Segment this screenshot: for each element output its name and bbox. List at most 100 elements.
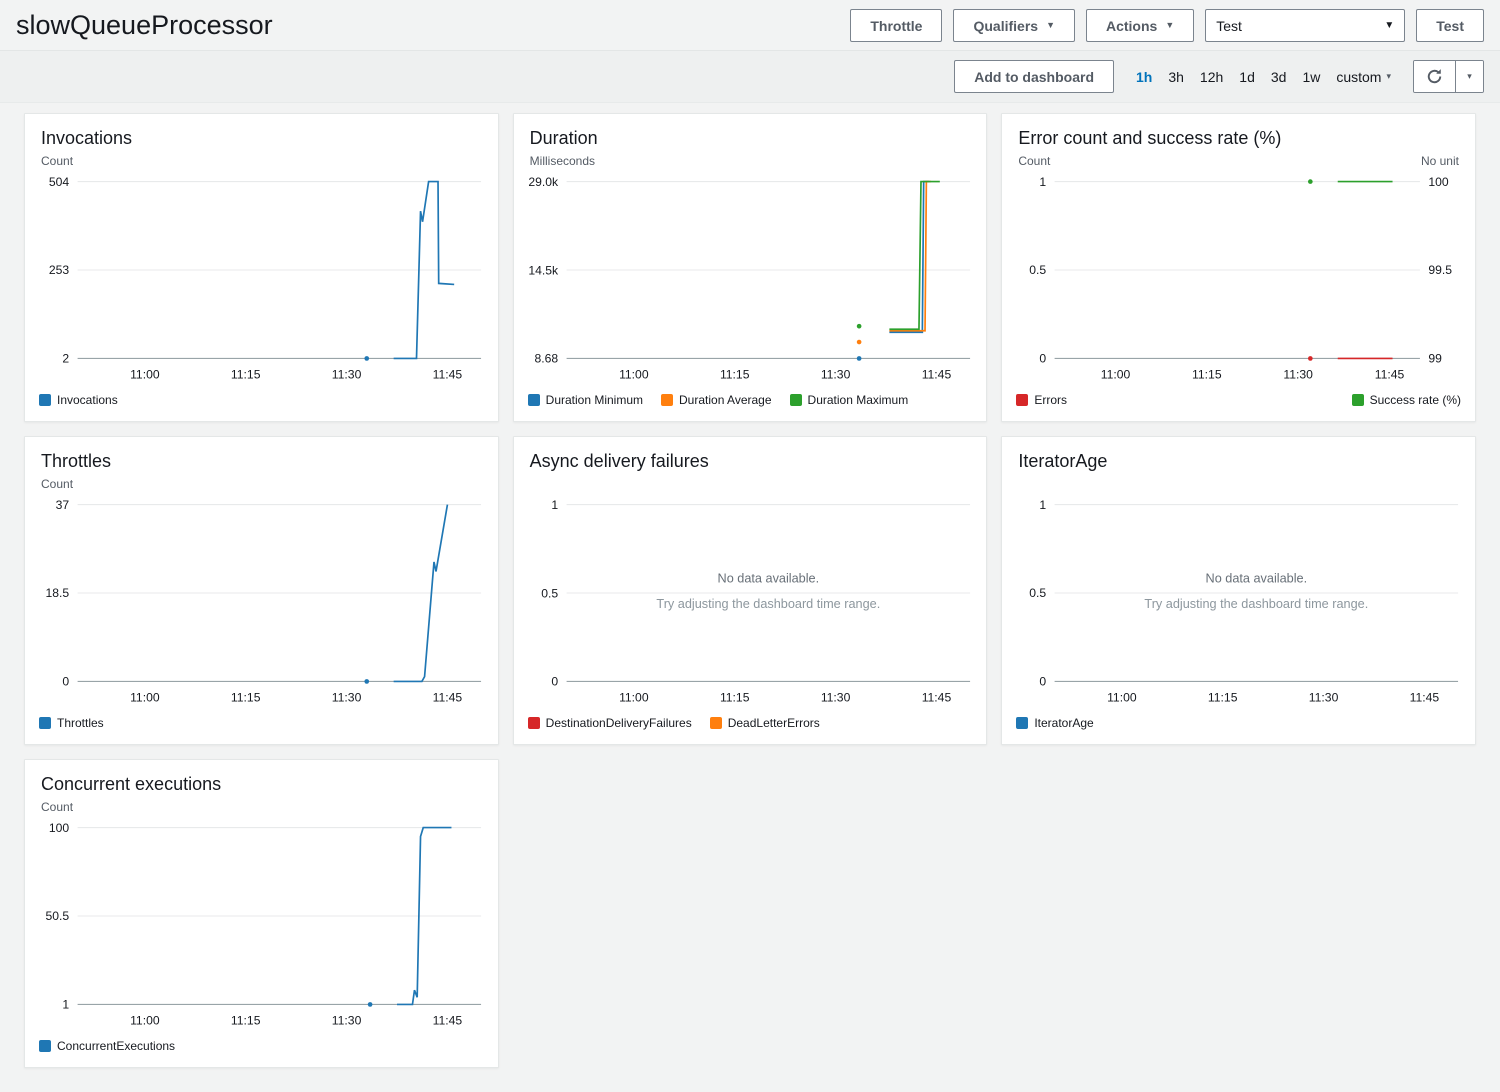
legend-swatch [528,394,540,406]
y2-axis-tick-label: 100 [1429,175,1450,189]
legend-item-duration-maximum[interactable]: Duration Maximum [790,393,909,407]
add-to-dashboard-label: Add to dashboard [974,69,1094,85]
invocations-chart[interactable]: 504253211:0011:1511:3011:45 [25,169,498,389]
time-range-1d[interactable]: 1d [1239,69,1255,85]
refresh-control: ▾ [1413,60,1484,93]
concurrent-executions-chart[interactable]: 10050.5111:0011:1511:3011:45 [25,815,498,1035]
chart-svg: 10050.5111:0011:1511:3011:45 [31,817,492,1035]
legend-swatch [1352,394,1364,406]
legend-item-duration-average[interactable]: Duration Average [661,393,772,407]
qualifiers-button[interactable]: Qualifiers ▼ [953,9,1075,42]
y-axis-tick-label: 1 [1040,498,1047,512]
legend-item-duration-minimum[interactable]: Duration Minimum [528,393,643,407]
chart-title: Duration [530,128,971,149]
x-axis-tick-label: 11:15 [231,1014,261,1028]
actions-button[interactable]: Actions ▼ [1086,9,1194,42]
chart-legend: Errors Success rate (%) [1002,389,1475,421]
refresh-button[interactable] [1414,61,1456,92]
legend-swatch [661,394,673,406]
no-data-hint: Try adjusting the dashboard time range. [1145,597,1369,611]
legend-item-iteratorage[interactable]: IteratorAge [1016,716,1093,730]
legend-label: Success rate (%) [1370,393,1461,407]
caret-down-icon: ▾ [1386,72,1391,81]
y-axis-tick-label: 0 [62,675,69,689]
x-axis-tick-label: 11:00 [619,691,649,705]
chart-svg: 29.0k14.5k8.6811:0011:1511:3011:45 [520,171,981,389]
custom-range-link[interactable]: custom ▾ [1336,69,1391,85]
x-axis-tick-label: 11:45 [433,1014,463,1028]
legend-item-success-rate-[interactable]: Success rate (%) [1352,393,1461,407]
time-range-1w[interactable]: 1w [1302,69,1320,85]
legend-label: DestinationDeliveryFailures [546,716,692,730]
x-axis-tick-label: 11:45 [1375,368,1405,382]
y-axis-tick-label: 0.5 [1030,263,1047,277]
y-axis-tick-label: 0.5 [541,586,558,600]
legend-item-throttles[interactable]: Throttles [39,716,104,730]
legend-item-deadlettererrors[interactable]: DeadLetterErrors [710,716,820,730]
legend-label: Duration Maximum [808,393,909,407]
x-axis-tick-label: 11:45 [433,368,463,382]
chart-card-iterator-age: IteratorAge 10.5011:0011:1511:3011:45No … [1001,436,1476,745]
y-axis-tick-label: 0.5 [1030,586,1047,600]
x-axis-tick-label: 11:45 [433,691,463,705]
x-axis-tick-label: 11:15 [1208,691,1238,705]
time-range-3d[interactable]: 3d [1271,69,1287,85]
axis-unit-row [1002,475,1475,492]
actions-button-label: Actions [1106,18,1157,34]
axis-unit-row: Count [25,152,498,169]
add-to-dashboard-button[interactable]: Add to dashboard [954,60,1114,93]
chart-title: Throttles [41,451,482,472]
legend-label: Invocations [57,393,118,407]
legend-label: Errors [1034,393,1067,407]
caret-down-icon: ▾ [1467,72,1472,81]
legend-item-destinationdeliveryfailures[interactable]: DestinationDeliveryFailures [528,716,692,730]
duration-chart[interactable]: 29.0k14.5k8.6811:0011:1511:3011:45 [514,169,987,389]
legend-swatch [528,717,540,729]
series-dot-success-rate- [1308,179,1313,184]
test-button[interactable]: Test [1416,9,1484,42]
axis-unit-row: Count No unit [1002,152,1475,169]
left-axis-unit: Milliseconds [530,154,595,169]
legend-item-invocations[interactable]: Invocations [39,393,118,407]
legend-label: Throttles [57,716,104,730]
time-range-3h[interactable]: 3h [1168,69,1184,85]
x-axis-tick-label: 11:15 [720,691,750,705]
x-axis-tick-label: 11:00 [1101,368,1131,382]
series-line-duration-average [889,182,931,331]
legend-swatch [39,717,51,729]
y-axis-tick-label: 0 [1040,675,1047,689]
x-axis-tick-label: 11:30 [820,368,850,382]
axis-unit-row [514,475,987,492]
legend-swatch [710,717,722,729]
axis-unit-row: Count [25,798,498,815]
throttle-button[interactable]: Throttle [850,9,942,42]
legend-swatch [39,1040,51,1052]
time-range-1h[interactable]: 1h [1136,69,1152,85]
y-axis-tick-label: 1 [551,498,558,512]
left-axis-unit: Count [41,477,73,492]
x-axis-tick-label: 11:30 [1284,368,1314,382]
chart-legend: Duration Minimum Duration Average Duration… [514,389,987,421]
right-axis-unit: No unit [1421,154,1459,169]
legend-label: IteratorAge [1034,716,1093,730]
x-axis-tick-label: 11:15 [720,368,750,382]
throttles-chart[interactable]: 3718.5011:0011:1511:3011:45 [25,492,498,712]
time-range-12h[interactable]: 12h [1200,69,1223,85]
refresh-options-button[interactable]: ▾ [1456,61,1483,92]
chart-title: IteratorAge [1018,451,1459,472]
series-dot-duration-maximum [856,324,861,329]
custom-range-label: custom [1336,69,1381,85]
async-delivery-failures-chart[interactable]: 10.5011:0011:1511:3011:45No data availab… [514,492,987,712]
legend-swatch [39,394,51,406]
legend-item-errors[interactable]: Errors [1016,393,1067,407]
legend-item-concurrentexecutions[interactable]: ConcurrentExecutions [39,1039,175,1053]
chart-legend: DestinationDeliveryFailures DeadLetterErr… [514,712,987,744]
y-axis-tick-label: 1 [62,998,69,1012]
iterator-age-chart[interactable]: 10.5011:0011:1511:3011:45No data availab… [1002,492,1475,712]
chart-card-concurrent-executions: Concurrent executions Count 10050.5111:0… [24,759,499,1068]
test-event-select[interactable]: Test ▼ [1205,9,1405,42]
x-axis-tick-label: 11:45 [921,368,951,382]
x-axis-tick-label: 11:30 [820,691,850,705]
error-success-chart[interactable]: 10.5010099.59911:0011:1511:3011:45 [1002,169,1475,389]
x-axis-tick-label: 11:15 [231,691,261,705]
